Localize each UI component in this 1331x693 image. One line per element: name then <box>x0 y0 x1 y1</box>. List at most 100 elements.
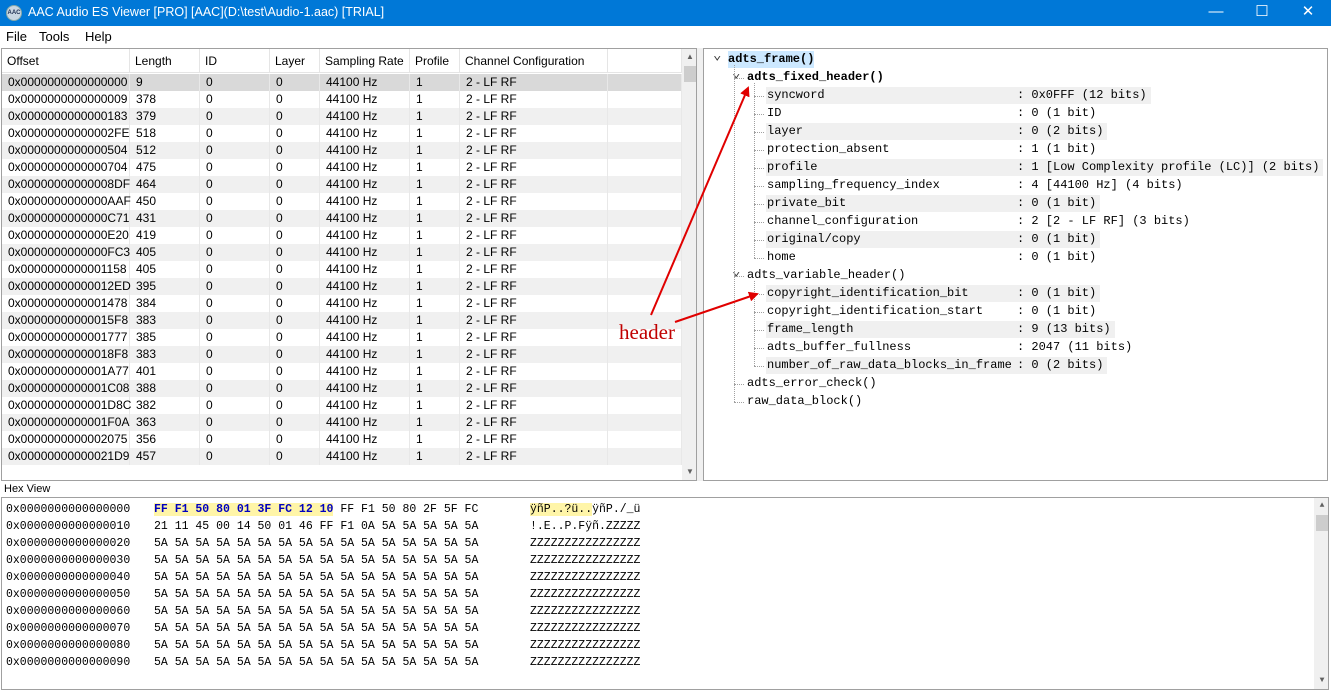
menu-help[interactable]: Help <box>85 29 112 44</box>
table-row[interactable]: 0x0000000000002075 356 0 0 44100 Hz 1 2 - LF R… <box>2 431 682 448</box>
table-cell: 384 <box>130 295 200 312</box>
hex-view-scrollbar[interactable]: ▲ ▼ <box>1314 498 1328 689</box>
table-cell: 0x0000000000000704 <box>2 159 130 176</box>
tree-field[interactable]: copyright_identification_bit: 0 (1 bit) <box>766 285 1100 302</box>
table-row[interactable]: 0x0000000000001D8C 382 0 0 44100 Hz 1 2 - LF R… <box>2 397 682 414</box>
frame-list-scrollbar[interactable]: ▲ ▼ <box>682 49 696 480</box>
table-row[interactable]: 0x00000000000002FE 518 0 0 44100 Hz 1 2 - LF R… <box>2 125 682 142</box>
tree-field[interactable]: syncword: 0x0FFF (12 bits) <box>766 87 1151 104</box>
hex-bytes-plain: 5A 5A 5A 5A 5A 5A 5A 5A 5A 5A 5A 5A 5A 5… <box>154 622 479 635</box>
table-row[interactable]: 0x00000000000015F8 383 0 0 44100 Hz 1 2 - LF R… <box>2 312 682 329</box>
tree-field[interactable]: copyright_identification_start: 0 (1 bit… <box>766 303 1100 320</box>
table-row[interactable]: 0x0000000000000183 379 0 0 44100 Hz 1 2 - LF R… <box>2 108 682 125</box>
table-row[interactable]: 0x0000000000000FC3 405 0 0 44100 Hz 1 2 - LF R… <box>2 244 682 261</box>
table-cell: 2 - LF RF <box>460 312 608 329</box>
table-cell-filler <box>608 91 682 108</box>
tree-field[interactable]: original/copy: 0 (1 bit) <box>766 231 1100 248</box>
column-header[interactable]: Profile <box>410 49 460 73</box>
table-row[interactable]: 0x0000000000000000 9 0 0 44100 Hz 1 2 - LF RF <box>2 74 682 91</box>
table-cell: 0 <box>200 414 270 431</box>
table-row[interactable]: 0x0000000000000C71 431 0 0 44100 Hz 1 2 - LF R… <box>2 210 682 227</box>
tree-node-adts-frame[interactable]: adts_frame() <box>728 51 816 68</box>
scroll-up-icon[interactable]: ▲ <box>1314 498 1328 514</box>
scroll-down-icon[interactable]: ▼ <box>682 464 696 480</box>
table-row[interactable]: 0x0000000000001F0A 363 0 0 44100 Hz 1 2 - LF R… <box>2 414 682 431</box>
scroll-thumb[interactable] <box>1316 515 1328 531</box>
tree-field[interactable]: layer: 0 (2 bits) <box>766 123 1107 140</box>
close-button[interactable]: ✕ <box>1285 0 1331 26</box>
table-cell: 0 <box>200 227 270 244</box>
table-cell: 2 - LF RF <box>460 363 608 380</box>
expand-arrow-icon[interactable]: ⌄ <box>713 49 721 65</box>
hex-view-label: Hex View <box>4 483 51 495</box>
tree-field[interactable]: profile: 1 [Low Complexity profile (LC)]… <box>766 159 1323 176</box>
tree-field[interactable]: private_bit: 0 (1 bit) <box>766 195 1100 212</box>
tree-field-name: number_of_raw_data_blocks_in_frame <box>767 358 1012 372</box>
hex-ascii: ÿñP..?ü..ÿñP./_ü <box>530 501 640 518</box>
table-row[interactable]: 0x0000000000000504 512 0 0 44100 Hz 1 2 - LF R… <box>2 142 682 159</box>
table-cell: 379 <box>130 108 200 125</box>
table-cell: 0 <box>270 108 320 125</box>
hex-bytes: 5A 5A 5A 5A 5A 5A 5A 5A 5A 5A 5A 5A 5A 5… <box>154 654 478 671</box>
table-cell: 464 <box>130 176 200 193</box>
tree-field[interactable]: adts_buffer_fullness: 2047 (11 bits) <box>766 339 1136 356</box>
table-cell-filler <box>608 363 682 380</box>
scroll-thumb[interactable] <box>684 66 696 82</box>
table-row[interactable]: 0x0000000000001C08 388 0 0 44100 Hz 1 2 - LF R… <box>2 380 682 397</box>
table-cell: 2 - LF RF <box>460 261 608 278</box>
tree-field[interactable]: ID: 0 (1 bit) <box>766 105 1100 122</box>
table-row[interactable]: 0x00000000000018F8 383 0 0 44100 Hz 1 2 - LF R… <box>2 346 682 363</box>
table-cell: 0 <box>270 448 320 465</box>
maximize-button[interactable]: ☐ <box>1239 0 1285 26</box>
tree-field[interactable]: home: 0 (1 bit) <box>766 249 1100 266</box>
table-cell: 0x00000000000008DF <box>2 176 130 193</box>
tree-node-fixed-header[interactable]: adts_fixed_header() <box>747 69 886 86</box>
table-cell: 0 <box>200 397 270 414</box>
hex-bytes: 5A 5A 5A 5A 5A 5A 5A 5A 5A 5A 5A 5A 5A 5… <box>154 603 478 620</box>
hex-ascii: ZZZZZZZZZZZZZZZZ <box>530 620 640 637</box>
table-cell: 0 <box>270 91 320 108</box>
column-header[interactable]: Sampling Rate <box>320 49 410 73</box>
tree-field-value: : 0 (1 bit) <box>1017 106 1097 120</box>
table-cell: 0x0000000000000E20 <box>2 227 130 244</box>
tree-node-error-check[interactable]: adts_error_check() <box>747 375 879 392</box>
tree-node-variable-header[interactable]: adts_variable_header() <box>747 267 907 284</box>
tree-field[interactable]: protection_absent: 1 (1 bit) <box>766 141 1100 158</box>
tree-node-name: adts_frame() <box>728 51 815 68</box>
menu-tools[interactable]: Tools <box>39 29 69 44</box>
column-header[interactable]: Length <box>130 49 200 73</box>
column-header[interactable]: ID <box>200 49 270 73</box>
table-cell: 383 <box>130 312 200 329</box>
table-cell: 0 <box>200 193 270 210</box>
tree-guide-line <box>754 96 764 97</box>
tree-field[interactable]: number_of_raw_data_blocks_in_frame: 0 (2… <box>766 357 1107 374</box>
tree-field[interactable]: channel_configuration: 2 [2 - LF RF] (3 … <box>766 213 1194 230</box>
column-header[interactable]: Channel Configuration <box>460 49 608 73</box>
table-row[interactable]: 0x00000000000008DF 464 0 0 44100 Hz 1 2 - LF R… <box>2 176 682 193</box>
table-row[interactable]: 0x00000000000021D9 457 0 0 44100 Hz 1 2 - LF R… <box>2 448 682 465</box>
column-header[interactable]: Layer <box>270 49 320 73</box>
table-row[interactable]: 0x0000000000000AAF 450 0 0 44100 Hz 1 2 - LF R… <box>2 193 682 210</box>
table-row[interactable]: 0x0000000000000704 475 0 0 44100 Hz 1 2 - LF R… <box>2 159 682 176</box>
table-row[interactable]: 0x0000000000000009 378 0 0 44100 Hz 1 2 - LF R… <box>2 91 682 108</box>
tree-node-raw-data[interactable]: raw_data_block() <box>747 393 864 410</box>
table-row[interactable]: 0x0000000000001A77 401 0 0 44100 Hz 1 2 - LF R… <box>2 363 682 380</box>
table-row[interactable]: 0x0000000000001158 405 0 0 44100 Hz 1 2 - LF R… <box>2 261 682 278</box>
column-header[interactable]: Offset <box>2 49 130 73</box>
tree-field[interactable]: sampling_frequency_index: 4 [44100 Hz] (… <box>766 177 1187 194</box>
tree-guide-line <box>754 366 764 367</box>
table-row[interactable]: 0x0000000000001478 384 0 0 44100 Hz 1 2 - LF R… <box>2 295 682 312</box>
table-cell: 1 <box>410 414 460 431</box>
table-cell: 378 <box>130 91 200 108</box>
table-cell-filler <box>608 244 682 261</box>
scroll-up-icon[interactable]: ▲ <box>682 49 696 65</box>
table-row[interactable]: 0x00000000000012ED 395 0 0 44100 Hz 1 2 - LF R… <box>2 278 682 295</box>
table-cell: 44100 Hz <box>320 142 410 159</box>
table-row[interactable]: 0x0000000000000E20 419 0 0 44100 Hz 1 2 - LF R… <box>2 227 682 244</box>
scroll-down-icon[interactable]: ▼ <box>1314 673 1328 689</box>
minimize-button[interactable]: — <box>1193 0 1239 26</box>
table-row[interactable]: 0x0000000000001777 385 0 0 44100 Hz 1 2 - LF R… <box>2 329 682 346</box>
menu-file[interactable]: File <box>6 29 27 44</box>
tree-field[interactable]: frame_length: 9 (13 bits) <box>766 321 1115 338</box>
table-cell: 401 <box>130 363 200 380</box>
